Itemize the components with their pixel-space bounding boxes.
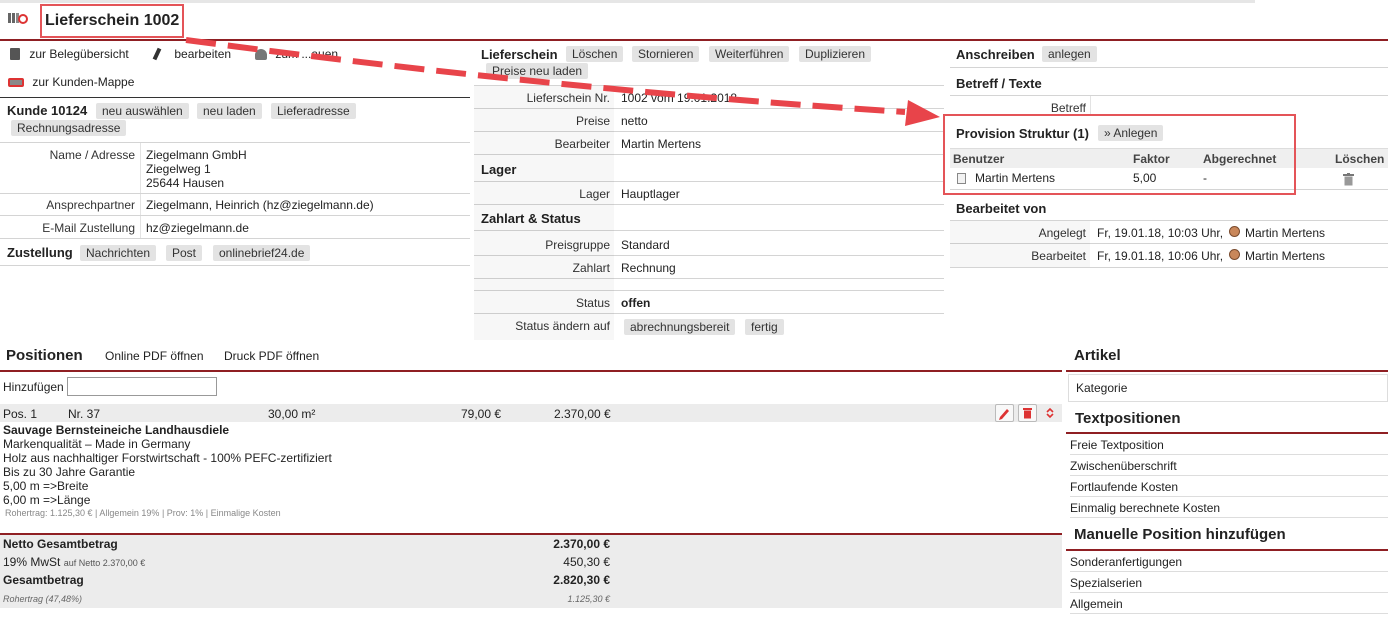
sidebar-item-custom[interactable]: Sonderanfertigungen	[1070, 552, 1388, 572]
artikel-title: Artikel	[1074, 347, 1121, 364]
pos-qty: 30,00 m²	[268, 407, 316, 421]
item-name: Sauvage Bernsteineiche Landhausdiele	[3, 423, 230, 437]
sidebar-item-subheading[interactable]: Zwischenüberschrift	[1070, 456, 1388, 476]
manual-rule	[1066, 549, 1388, 551]
position-row	[0, 404, 1062, 422]
textpos-rule	[1066, 432, 1388, 434]
item-meta: Rohertrag: 1.125,30 € | Allgemein 19% | …	[5, 508, 281, 518]
add-label: Hinzufügen	[3, 380, 64, 394]
add-position-input[interactable]	[67, 377, 217, 396]
roh-value: 1.125,30 €	[567, 594, 610, 604]
gesamt-label: Gesamtbetrag	[3, 573, 84, 587]
sidebar-item-special-series[interactable]: Spezialserien	[1070, 573, 1388, 593]
annotation-arrow	[185, 37, 940, 126]
kategorie-label: Kategorie	[1076, 381, 1128, 395]
netto-value: 2.370,00 €	[553, 537, 610, 551]
sort-arrows-icon[interactable]	[1045, 406, 1055, 420]
pos-price: 79,00 €	[461, 407, 502, 421]
online-pdf-link[interactable]: Online PDF öffnen	[105, 349, 204, 363]
netto-label: Netto Gesamtbetrag	[3, 537, 118, 551]
mwst-sub: auf Netto 2.370,00 €	[63, 558, 146, 568]
positions-rule	[0, 370, 1062, 372]
delete-trash-icon[interactable]	[1018, 404, 1037, 422]
manual-title: Manuelle Position hinzufügen	[1074, 526, 1286, 543]
sidebar-item-general[interactable]: Allgemein	[1070, 594, 1388, 614]
textpos-title: Textpositionen	[1075, 410, 1181, 427]
print-pdf-link[interactable]: Druck PDF öffnen	[224, 349, 319, 363]
positions-title: Positionen	[6, 347, 83, 364]
item-line: 5,00 m =>Breite	[3, 479, 89, 493]
item-line: Markenqualität – Made in Germany	[3, 437, 191, 451]
item-line: 6,00 m =>Länge	[3, 493, 91, 507]
pos-article-nr: Nr. 37	[68, 407, 101, 421]
sidebar-item-recurring-costs[interactable]: Fortlaufende Kosten	[1070, 477, 1388, 497]
mwst-value: 450,30 €	[563, 555, 610, 569]
roh-label: Rohertrag (47,48%)	[3, 594, 83, 604]
mwst-label-text: 19% MwSt	[3, 555, 61, 569]
artikel-rule	[1066, 370, 1388, 372]
pos-total: 2.370,00 €	[554, 407, 611, 421]
pos-number: Pos. 1	[3, 407, 38, 421]
sidebar-item-onetime-costs[interactable]: Einmalig berechnete Kosten	[1070, 498, 1388, 518]
item-line: Bis zu 30 Jahre Garantie	[3, 465, 136, 479]
item-line: Holz aus nachhaltiger Forstwirtschaft - …	[3, 451, 332, 465]
edit-pencil-icon[interactable]	[995, 404, 1014, 422]
sidebar-item-free-text[interactable]: Freie Textposition	[1070, 435, 1388, 455]
gesamt-value: 2.820,30 €	[553, 573, 610, 587]
mwst-label: 19% MwSt auf Netto 2.370,00 €	[3, 555, 145, 569]
